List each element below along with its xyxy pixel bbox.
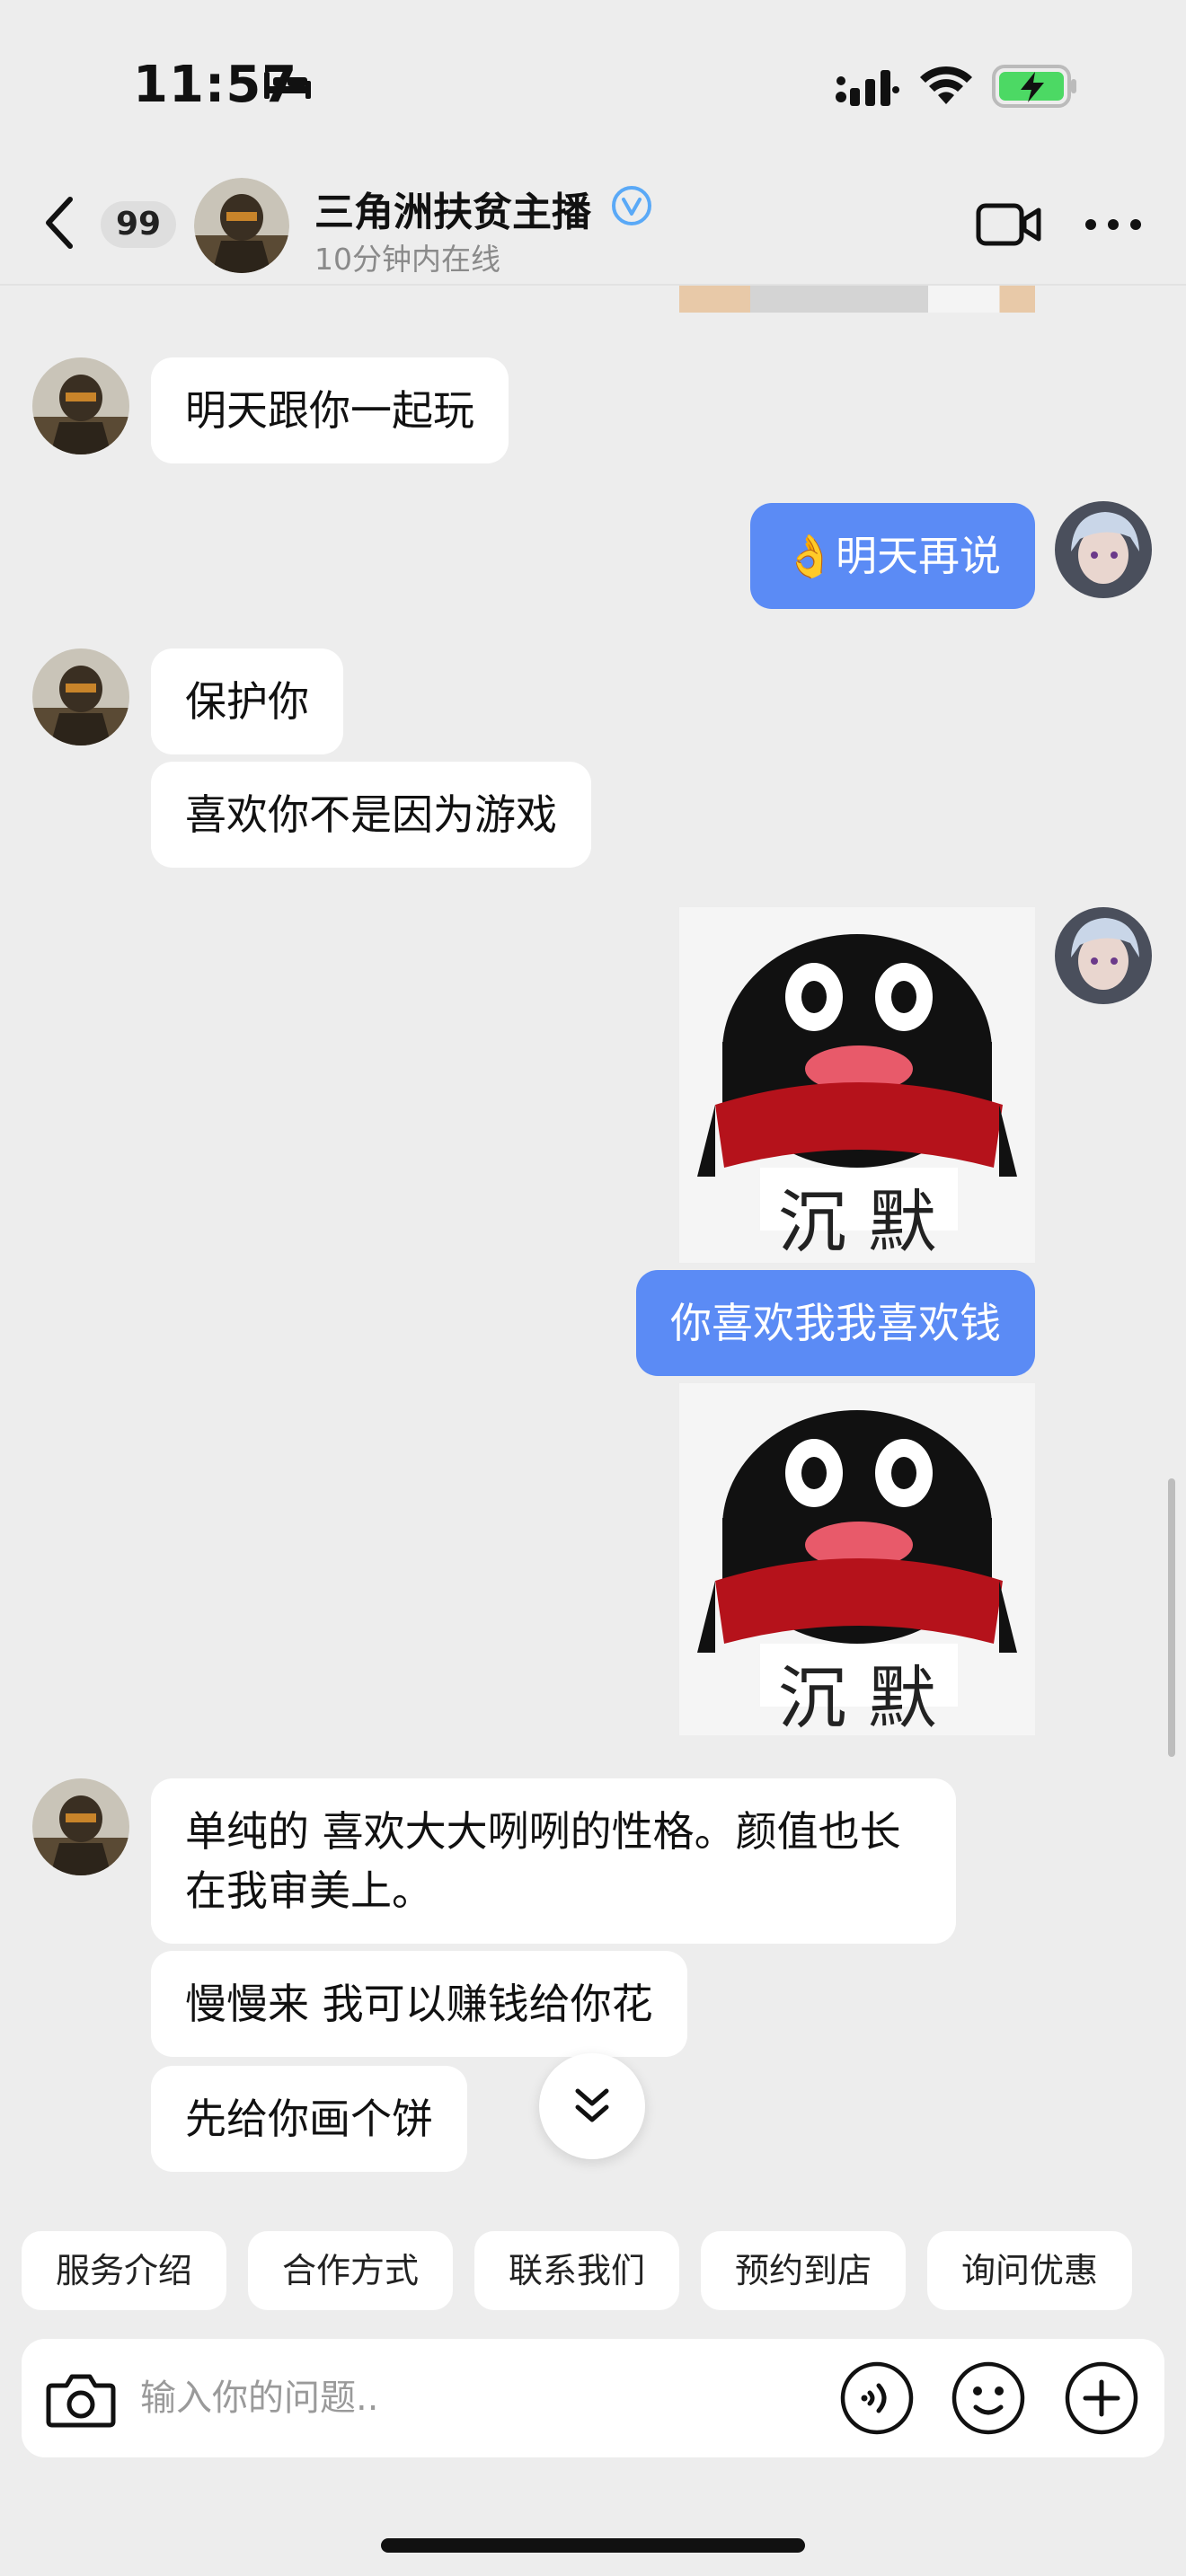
emoji-icon[interactable] bbox=[951, 2360, 1026, 2436]
quick-reply-chip[interactable]: 预约到店 bbox=[701, 2231, 906, 2310]
double-chevron-down-icon bbox=[575, 2088, 609, 2122]
more-options-icon[interactable] bbox=[1084, 217, 1143, 232]
message-bubble-outgoing[interactable]: 你喜欢我我喜欢钱 bbox=[636, 1270, 1035, 1376]
unread-count-badge[interactable]: 99 bbox=[101, 201, 176, 248]
sticker-caption: 沉 默 bbox=[777, 1658, 937, 1735]
sticker-image[interactable]: 沉 默 bbox=[679, 907, 1035, 1263]
message-input-bar: 输入你的问题.. bbox=[22, 2339, 1164, 2457]
contact-avatar[interactable] bbox=[32, 1778, 129, 1875]
add-attachment-icon[interactable] bbox=[1064, 2360, 1139, 2436]
scrollbar[interactable] bbox=[1168, 1478, 1175, 1757]
message-bubble-outgoing[interactable]: 👌明天再说 bbox=[749, 503, 1035, 609]
home-indicator[interactable] bbox=[381, 2538, 805, 2553]
camera-icon[interactable] bbox=[45, 2369, 117, 2429]
back-arrow-icon[interactable] bbox=[41, 194, 77, 251]
sticker-image[interactable]: 沉 默 bbox=[679, 1383, 1035, 1735]
contact-avatar[interactable] bbox=[32, 357, 129, 454]
message-bubble-incoming[interactable]: 保护你 bbox=[151, 648, 343, 754]
contact-avatar[interactable] bbox=[194, 178, 289, 273]
quick-reply-chip[interactable]: 合作方式 bbox=[248, 2231, 453, 2310]
quick-reply-chip[interactable]: 联系我们 bbox=[474, 2231, 679, 2310]
my-avatar[interactable] bbox=[1055, 501, 1152, 598]
message-input[interactable]: 输入你的问题.. bbox=[140, 2369, 823, 2427]
quick-reply-chip[interactable]: 询问优惠 bbox=[927, 2231, 1132, 2310]
video-call-icon[interactable] bbox=[976, 201, 1042, 248]
message-bubble-incoming[interactable]: 慢慢来 我可以赚钱给你花 bbox=[151, 1951, 687, 2057]
verified-badge-icon bbox=[612, 186, 651, 225]
scroll-to-bottom-button[interactable] bbox=[539, 2053, 645, 2159]
quick-reply-chip[interactable]: 服务介绍 bbox=[22, 2231, 226, 2310]
previous-image-fragment[interactable] bbox=[679, 286, 1035, 313]
online-status: 10分钟内在线 bbox=[314, 242, 500, 277]
battery-charging-icon bbox=[992, 65, 1076, 108]
my-avatar[interactable] bbox=[1055, 907, 1152, 1004]
message-bubble-incoming[interactable]: 单纯的 喜欢大大咧咧的性格。颜值也长在我审美上。 bbox=[151, 1778, 956, 1944]
voice-input-icon[interactable] bbox=[839, 2360, 915, 2436]
contact-name[interactable]: 三角洲扶贫主播 bbox=[314, 180, 591, 237]
sticker-caption: 沉 默 bbox=[777, 1182, 937, 1262]
message-bubble-incoming[interactable]: 明天跟你一起玩 bbox=[151, 357, 509, 463]
wifi-icon bbox=[920, 66, 972, 104]
sleep-focus-icon bbox=[264, 72, 311, 99]
contact-avatar[interactable] bbox=[32, 648, 129, 745]
message-bubble-incoming[interactable]: 先给你画个饼 bbox=[151, 2066, 467, 2172]
chat-header: 99 三角洲扶贫主播 10分钟内在线 bbox=[0, 162, 1186, 286]
message-bubble-incoming[interactable]: 喜欢你不是因为游戏 bbox=[151, 762, 591, 868]
cellular-signal-icon bbox=[836, 70, 899, 106]
